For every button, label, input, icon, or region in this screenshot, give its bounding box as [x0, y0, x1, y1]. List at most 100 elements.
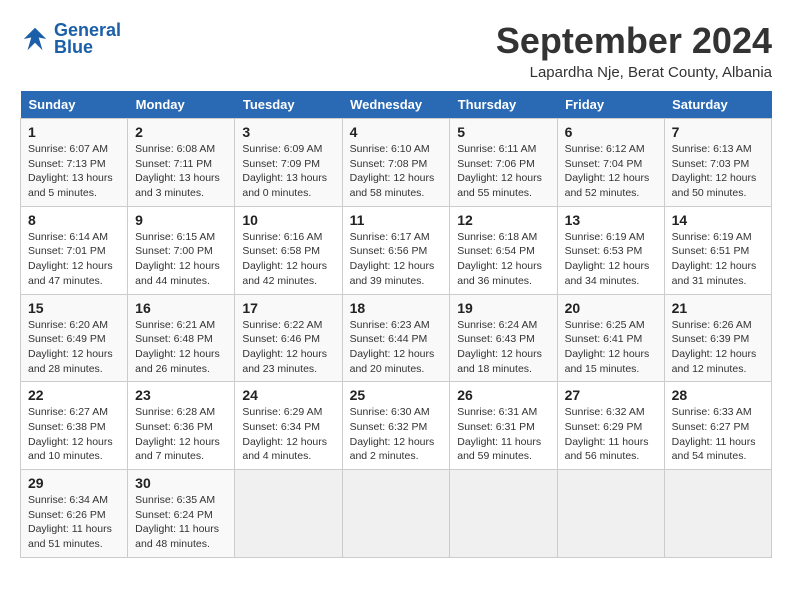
- day-number: 6: [565, 124, 657, 140]
- logo-icon: [20, 24, 50, 54]
- col-wednesday: Wednesday: [342, 91, 450, 119]
- table-row: [235, 470, 342, 558]
- day-number: 10: [242, 212, 334, 228]
- day-info: Sunrise: 6:35 AM Sunset: 6:24 PM Dayligh…: [135, 493, 227, 552]
- table-row: 2 Sunrise: 6:08 AM Sunset: 7:11 PM Daylig…: [128, 119, 235, 207]
- day-number: 13: [565, 212, 657, 228]
- calendar-row: 22 Sunrise: 6:27 AM Sunset: 6:38 PM Dayli…: [21, 382, 772, 470]
- table-row: 9 Sunrise: 6:15 AM Sunset: 7:00 PM Daylig…: [128, 206, 235, 294]
- col-friday: Friday: [557, 91, 664, 119]
- table-row: 7 Sunrise: 6:13 AM Sunset: 7:03 PM Daylig…: [664, 119, 771, 207]
- day-number: 30: [135, 475, 227, 491]
- table-row: 5 Sunrise: 6:11 AM Sunset: 7:06 PM Daylig…: [450, 119, 557, 207]
- day-number: 18: [350, 300, 443, 316]
- table-row: 29Sunrise: 6:34 AM Sunset: 6:26 PM Dayli…: [21, 470, 128, 558]
- day-info: Sunrise: 6:12 AM Sunset: 7:04 PM Dayligh…: [565, 142, 657, 201]
- table-row: 25 Sunrise: 6:30 AM Sunset: 6:32 PM Dayli…: [342, 382, 450, 470]
- calendar-row: 29Sunrise: 6:34 AM Sunset: 6:26 PM Dayli…: [21, 470, 772, 558]
- day-info: Sunrise: 6:21 AM Sunset: 6:48 PM Dayligh…: [135, 318, 227, 377]
- table-row: 12 Sunrise: 6:18 AM Sunset: 6:54 PM Dayli…: [450, 206, 557, 294]
- day-info: Sunrise: 6:28 AM Sunset: 6:36 PM Dayligh…: [135, 405, 227, 464]
- day-info: Sunrise: 6:11 AM Sunset: 7:06 PM Dayligh…: [457, 142, 549, 201]
- col-monday: Monday: [128, 91, 235, 119]
- table-row: 13 Sunrise: 6:19 AM Sunset: 6:53 PM Dayli…: [557, 206, 664, 294]
- day-number: 8: [28, 212, 120, 228]
- day-info: Sunrise: 6:09 AM Sunset: 7:09 PM Dayligh…: [242, 142, 334, 201]
- day-info: Sunrise: 6:10 AM Sunset: 7:08 PM Dayligh…: [350, 142, 443, 201]
- day-info: Sunrise: 6:23 AM Sunset: 6:44 PM Dayligh…: [350, 318, 443, 377]
- calendar-table: Sunday Monday Tuesday Wednesday Thursday…: [20, 91, 772, 558]
- table-row: 15Sunrise: 6:20 AM Sunset: 6:49 PM Dayli…: [21, 294, 128, 382]
- table-row: 17Sunrise: 6:22 AM Sunset: 6:46 PM Dayli…: [235, 294, 342, 382]
- day-info: Sunrise: 6:27 AM Sunset: 6:38 PM Dayligh…: [28, 405, 120, 464]
- day-info: Sunrise: 6:26 AM Sunset: 6:39 PM Dayligh…: [672, 318, 764, 377]
- day-info: Sunrise: 6:25 AM Sunset: 6:41 PM Dayligh…: [565, 318, 657, 377]
- day-number: 2: [135, 124, 227, 140]
- location-subtitle: Lapardha Nje, Berat County, Albania: [496, 64, 772, 81]
- day-info: Sunrise: 6:29 AM Sunset: 6:34 PM Dayligh…: [242, 405, 334, 464]
- month-title: September 2024: [496, 20, 772, 62]
- table-row: [557, 470, 664, 558]
- day-number: 19: [457, 300, 549, 316]
- table-row: 10 Sunrise: 6:16 AM Sunset: 6:58 PM Dayli…: [235, 206, 342, 294]
- day-number: 5: [457, 124, 549, 140]
- table-row: 4 Sunrise: 6:10 AM Sunset: 7:08 PM Daylig…: [342, 119, 450, 207]
- day-info: Sunrise: 6:17 AM Sunset: 6:56 PM Dayligh…: [350, 230, 443, 289]
- day-number: 26: [457, 387, 549, 403]
- table-row: 11 Sunrise: 6:17 AM Sunset: 6:56 PM Dayli…: [342, 206, 450, 294]
- day-number: 4: [350, 124, 443, 140]
- day-number: 21: [672, 300, 764, 316]
- table-row: 14Sunrise: 6:19 AM Sunset: 6:51 PM Dayli…: [664, 206, 771, 294]
- col-sunday: Sunday: [21, 91, 128, 119]
- day-info: Sunrise: 6:16 AM Sunset: 6:58 PM Dayligh…: [242, 230, 334, 289]
- day-number: 22: [28, 387, 120, 403]
- day-info: Sunrise: 6:08 AM Sunset: 7:11 PM Dayligh…: [135, 142, 227, 201]
- title-block: September 2024 Lapardha Nje, Berat Count…: [496, 20, 772, 81]
- day-info: Sunrise: 6:18 AM Sunset: 6:54 PM Dayligh…: [457, 230, 549, 289]
- col-thursday: Thursday: [450, 91, 557, 119]
- day-number: 16: [135, 300, 227, 316]
- table-row: 22 Sunrise: 6:27 AM Sunset: 6:38 PM Dayli…: [21, 382, 128, 470]
- table-row: 26 Sunrise: 6:31 AM Sunset: 6:31 PM Dayli…: [450, 382, 557, 470]
- day-info: Sunrise: 6:15 AM Sunset: 7:00 PM Dayligh…: [135, 230, 227, 289]
- table-row: [450, 470, 557, 558]
- day-info: Sunrise: 6:32 AM Sunset: 6:29 PM Dayligh…: [565, 405, 657, 464]
- table-row: 21 Sunrise: 6:26 AM Sunset: 6:39 PM Dayli…: [664, 294, 771, 382]
- day-number: 15: [28, 300, 120, 316]
- page-header: General Blue September 2024 Lapardha Nje…: [20, 20, 772, 81]
- day-number: 17: [242, 300, 334, 316]
- day-number: 24: [242, 387, 334, 403]
- table-row: 8 Sunrise: 6:14 AM Sunset: 7:01 PM Daylig…: [21, 206, 128, 294]
- logo: General Blue: [20, 20, 121, 58]
- day-info: Sunrise: 6:19 AM Sunset: 6:53 PM Dayligh…: [565, 230, 657, 289]
- calendar-row: 1Sunrise: 6:07 AM Sunset: 7:13 PM Daylig…: [21, 119, 772, 207]
- table-row: 20Sunrise: 6:25 AM Sunset: 6:41 PM Dayli…: [557, 294, 664, 382]
- table-row: 27 Sunrise: 6:32 AM Sunset: 6:29 PM Dayli…: [557, 382, 664, 470]
- day-number: 1: [28, 124, 120, 140]
- day-info: Sunrise: 6:14 AM Sunset: 7:01 PM Dayligh…: [28, 230, 120, 289]
- calendar-row: 8 Sunrise: 6:14 AM Sunset: 7:01 PM Daylig…: [21, 206, 772, 294]
- table-row: 30 Sunrise: 6:35 AM Sunset: 6:24 PM Dayli…: [128, 470, 235, 558]
- day-info: Sunrise: 6:30 AM Sunset: 6:32 PM Dayligh…: [350, 405, 443, 464]
- table-row: 19Sunrise: 6:24 AM Sunset: 6:43 PM Dayli…: [450, 294, 557, 382]
- day-number: 27: [565, 387, 657, 403]
- day-number: 23: [135, 387, 227, 403]
- day-number: 11: [350, 212, 443, 228]
- day-number: 9: [135, 212, 227, 228]
- day-info: Sunrise: 6:31 AM Sunset: 6:31 PM Dayligh…: [457, 405, 549, 464]
- day-info: Sunrise: 6:13 AM Sunset: 7:03 PM Dayligh…: [672, 142, 764, 201]
- table-row: [342, 470, 450, 558]
- col-tuesday: Tuesday: [235, 91, 342, 119]
- table-row: 23 Sunrise: 6:28 AM Sunset: 6:36 PM Dayli…: [128, 382, 235, 470]
- day-number: 7: [672, 124, 764, 140]
- day-number: 25: [350, 387, 443, 403]
- table-row: [664, 470, 771, 558]
- day-info: Sunrise: 6:33 AM Sunset: 6:27 PM Dayligh…: [672, 405, 764, 464]
- day-number: 3: [242, 124, 334, 140]
- table-row: 16 Sunrise: 6:21 AM Sunset: 6:48 PM Dayli…: [128, 294, 235, 382]
- day-info: Sunrise: 6:19 AM Sunset: 6:51 PM Dayligh…: [672, 230, 764, 289]
- calendar-header-row: Sunday Monday Tuesday Wednesday Thursday…: [21, 91, 772, 119]
- day-number: 12: [457, 212, 549, 228]
- table-row: 28Sunrise: 6:33 AM Sunset: 6:27 PM Dayli…: [664, 382, 771, 470]
- col-saturday: Saturday: [664, 91, 771, 119]
